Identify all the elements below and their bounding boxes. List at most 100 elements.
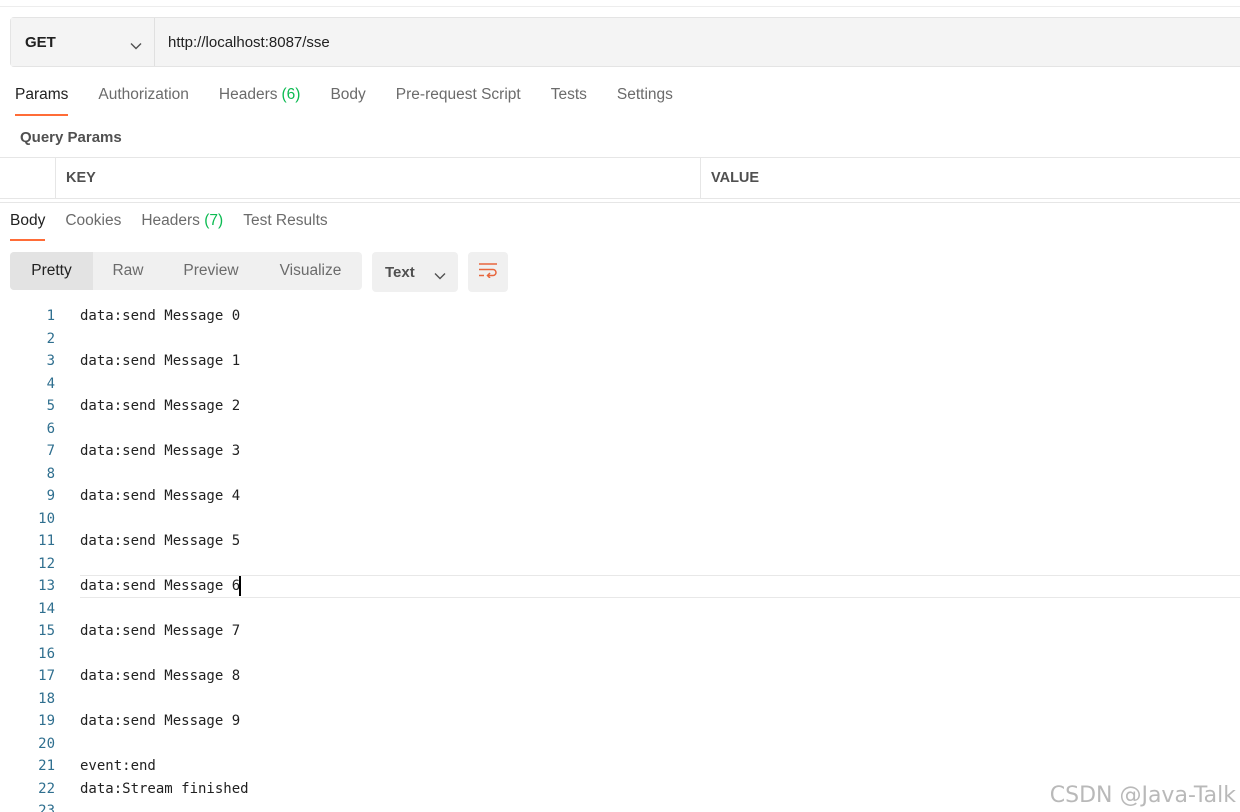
wrap-lines-button[interactable] — [468, 252, 508, 292]
line-content: data:Stream finished — [80, 780, 249, 797]
code-line: 4 — [0, 373, 1240, 396]
line-number: 3 — [46, 353, 55, 370]
tab-response-headers-label: Headers — [141, 212, 200, 229]
line-number: 1 — [46, 308, 55, 325]
text-caret — [239, 576, 242, 597]
code-line: 21 event:end — [0, 755, 1240, 778]
tab-cookies[interactable]: Cookies — [65, 212, 121, 242]
response-headers-count-badge: (7) — [204, 212, 224, 229]
tab-body-label: Body — [330, 86, 366, 103]
view-visualize-button[interactable]: Visualize — [259, 252, 362, 290]
line-number: 8 — [46, 465, 55, 482]
headers-count-badge: (6) — [281, 86, 301, 103]
tab-tests[interactable]: Tests — [551, 86, 587, 118]
code-line: 8 — [0, 463, 1240, 486]
line-number: 17 — [38, 668, 55, 685]
url-input[interactable] — [155, 33, 955, 51]
tab-test-results[interactable]: Test Results — [243, 212, 327, 242]
tab-response-body-label: Body — [10, 212, 46, 229]
params-value-header: VALUE — [711, 170, 760, 186]
code-line: 9 data:send Message 4 — [0, 485, 1240, 508]
tab-prerequest-script[interactable]: Pre-request Script — [396, 86, 521, 118]
line-number: 6 — [46, 420, 55, 437]
line-number: 5 — [46, 398, 55, 415]
line-number: 7 — [46, 443, 55, 460]
method-select[interactable]: GET — [11, 18, 155, 66]
tab-authorization[interactable]: Authorization — [98, 86, 188, 118]
line-content: data:send Message 9 — [80, 713, 241, 730]
line-number: 11 — [38, 533, 55, 550]
response-tabs: Body Cookies Headers (7) Test Results — [10, 212, 348, 242]
code-line: 7 data:send Message 3 — [0, 440, 1240, 463]
tab-cookies-label: Cookies — [65, 212, 122, 229]
chevron-down-icon — [130, 37, 142, 50]
chevron-down-icon — [434, 267, 446, 280]
tab-headers[interactable]: Headers (6) — [219, 86, 301, 118]
line-content: data:send Message 3 — [80, 443, 241, 460]
code-line: 13 data:send Message 6 — [38, 575, 1240, 598]
code-line: 14 — [0, 598, 1240, 621]
tab-settings[interactable]: Settings — [617, 86, 673, 118]
line-content: data:send Message 0 — [80, 308, 241, 325]
code-line: 20 — [0, 733, 1240, 756]
tab-tests-label: Tests — [550, 86, 587, 103]
code-line: 12 — [0, 553, 1240, 576]
code-line: 2 — [0, 328, 1240, 351]
wrap-lines-icon — [478, 262, 498, 283]
line-content: data:send Message 8 — [80, 668, 241, 685]
code-line: 5 data:send Message 2 — [0, 395, 1240, 418]
tab-authorization-label: Authorization — [98, 86, 189, 103]
tab-response-headers[interactable]: Headers (7) — [141, 212, 223, 242]
line-number: 19 — [38, 713, 55, 730]
line-number: 2 — [46, 330, 55, 347]
view-raw-button[interactable]: Raw — [93, 252, 163, 290]
top-divider — [0, 6, 1240, 7]
code-line: 19 data:send Message 9 — [0, 710, 1240, 733]
code-line: 10 — [0, 508, 1240, 531]
code-line: 11 data:send Message 5 — [0, 530, 1240, 553]
code-line: 15 data:send Message 7 — [0, 620, 1240, 643]
code-line: 18 — [0, 688, 1240, 711]
url-bar: GET — [10, 17, 1240, 67]
query-params-table: KEY VALUE — [0, 157, 1240, 199]
tab-settings-label: Settings — [616, 86, 673, 103]
line-number: 18 — [38, 690, 55, 707]
view-pretty-button[interactable]: Pretty — [10, 252, 93, 290]
line-number: 10 — [38, 510, 55, 527]
line-number: 22 — [38, 780, 55, 797]
line-number: 21 — [38, 758, 55, 775]
query-params-title: Query Params — [20, 129, 122, 146]
response-type-select[interactable]: Text — [372, 252, 458, 292]
tab-body[interactable]: Body — [330, 86, 365, 118]
line-number: 4 — [46, 375, 55, 392]
code-line: 1 data:send Message 0 — [0, 305, 1240, 328]
line-content: event:end — [80, 758, 156, 775]
pane-splitter[interactable] — [0, 202, 1240, 203]
line-number: 15 — [38, 623, 55, 640]
line-content: data:send Message 2 — [80, 398, 241, 415]
tab-prerequest-label: Pre-request Script — [395, 86, 521, 103]
tab-params[interactable]: Params — [15, 86, 69, 118]
line-number: 13 — [38, 578, 55, 595]
request-tabs: Params Authorization Headers (6) Body Pre… — [15, 86, 703, 118]
code-line: 17 data:send Message 8 — [0, 665, 1240, 688]
params-key-header: KEY — [56, 158, 701, 198]
line-content: data:send Message 7 — [80, 623, 241, 640]
tab-headers-label: Headers — [218, 86, 278, 103]
params-checkbox-column — [0, 158, 56, 198]
line-number: 9 — [46, 488, 55, 505]
tab-params-label: Params — [15, 86, 69, 103]
code-line: 6 — [0, 418, 1240, 441]
line-content: data:send Message 5 — [80, 533, 241, 550]
tab-response-body[interactable]: Body — [10, 212, 46, 242]
method-label: GET — [25, 33, 56, 51]
line-content: data:send Message 4 — [80, 488, 241, 505]
line-number: 20 — [38, 735, 55, 752]
tab-test-results-label: Test Results — [243, 212, 328, 229]
view-preview-button[interactable]: Preview — [163, 252, 259, 290]
line-number: 14 — [38, 600, 55, 617]
response-type-label: Text — [385, 263, 415, 281]
response-body-editor[interactable]: 1 data:send Message 0 2 3 data:send Message … — [0, 305, 1240, 812]
line-number: 23 — [38, 803, 55, 812]
view-mode-segmented-control: Pretty Raw Preview Visualize — [10, 252, 362, 290]
